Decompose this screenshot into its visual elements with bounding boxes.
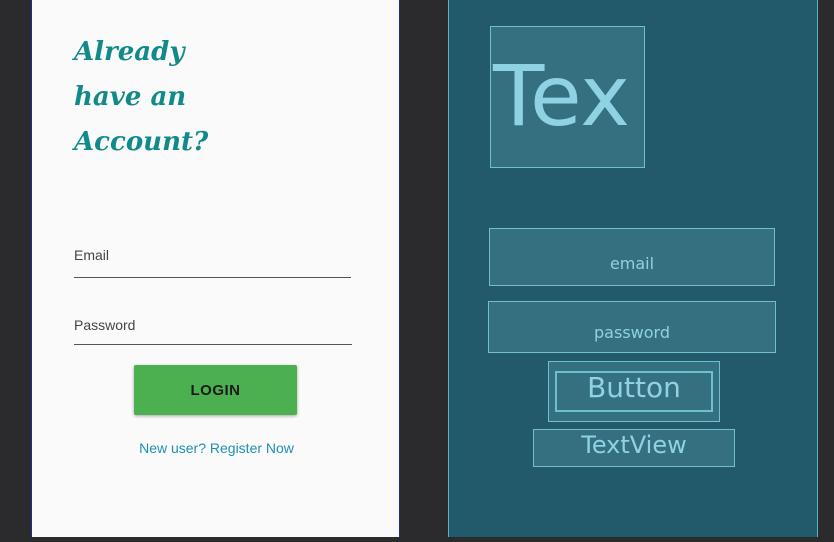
blueprint-title-textview[interactable]: Tex — [490, 26, 645, 168]
password-underline — [74, 344, 352, 345]
login-heading: Already have an Account? — [74, 30, 274, 165]
login-button[interactable]: LOGIN — [134, 365, 297, 415]
heading-line-3: Account? — [74, 127, 209, 157]
register-link[interactable]: New user? Register Now — [32, 440, 401, 456]
heading-line-2: have an — [74, 82, 187, 112]
pane-divider — [420, 0, 448, 542]
email-underline — [74, 277, 351, 278]
blueprint-button-label: Button — [555, 371, 713, 412]
email-field[interactable] — [74, 250, 354, 278]
password-field[interactable] — [74, 319, 356, 347]
design-preview-pane: Already have an Account? Email Password … — [31, 0, 400, 537]
blueprint-register-textview[interactable]: TextView — [533, 429, 735, 467]
blueprint-button[interactable]: Button — [548, 361, 720, 422]
right-edge-strip — [818, 0, 834, 542]
blueprint-preview-pane: Tex email password Button TextView — [448, 0, 818, 537]
blueprint-email-field[interactable]: email — [489, 228, 775, 286]
blueprint-password-field[interactable]: password — [488, 301, 776, 353]
heading-line-1: Already — [74, 37, 185, 67]
